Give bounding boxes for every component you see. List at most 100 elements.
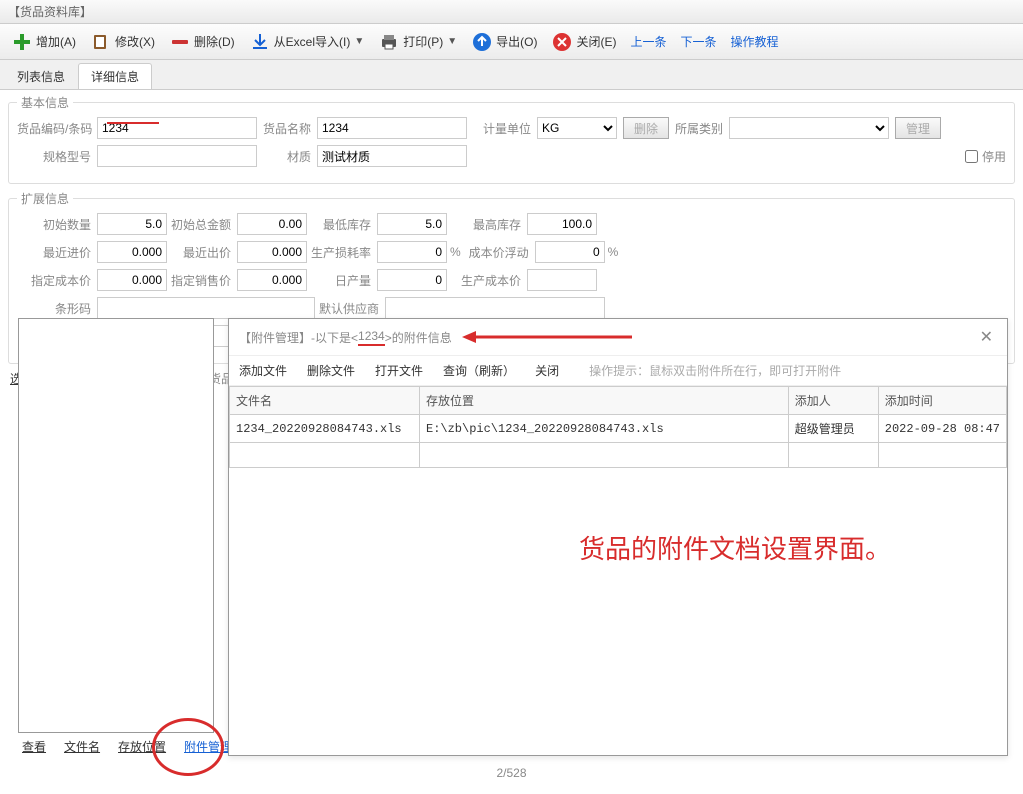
download-icon bbox=[249, 31, 271, 53]
attach-table: 文件名 存放位置 添加人 添加时间 1234_20220928084743.xl… bbox=[229, 386, 1007, 468]
attach-toolbar: 添加文件 删除文件 打开文件 查询（刷新） 关闭 操作提示：鼠标双击附件所在行，… bbox=[229, 356, 1007, 386]
material-label: 材质 bbox=[257, 148, 317, 165]
col-filename[interactable]: 文件名 bbox=[230, 387, 420, 415]
tutorial-link[interactable]: 操作教程 bbox=[725, 33, 785, 50]
set-sale-input[interactable] bbox=[237, 269, 307, 291]
code-input[interactable] bbox=[97, 117, 257, 139]
bottom-tab-view[interactable]: 查看 bbox=[14, 734, 54, 759]
unit-select[interactable]: KG bbox=[537, 117, 617, 139]
manage-button[interactable]: 管理 bbox=[895, 117, 941, 139]
cost-float-label: 成本价浮动 bbox=[469, 244, 535, 261]
page-counter: 2/528 bbox=[496, 766, 526, 780]
delete-button[interactable]: 删除(D) bbox=[163, 28, 241, 56]
bottom-tab-location[interactable]: 存放位置 bbox=[110, 734, 174, 759]
prev-link[interactable]: 上一条 bbox=[624, 33, 672, 50]
supplier-label: 默认供应商 bbox=[315, 300, 385, 317]
unit-label: 计量单位 bbox=[467, 120, 537, 137]
ext-legend: 扩展信息 bbox=[17, 190, 73, 207]
tab-detail[interactable]: 详细信息 bbox=[78, 63, 152, 89]
min-stock-input[interactable] bbox=[377, 213, 447, 235]
code-label: 货品编码/条码 bbox=[17, 120, 97, 137]
printer-icon bbox=[378, 31, 400, 53]
bottom-tabs: 查看 文件名 存放位置 附件管理 bbox=[8, 731, 246, 762]
set-cost-label: 指定成本价 bbox=[17, 272, 97, 289]
export-label: 导出(O) bbox=[496, 33, 537, 50]
window-title: 【货品资料库】 bbox=[0, 0, 1023, 24]
add-button[interactable]: 增加(A) bbox=[5, 28, 82, 56]
init-amt-input[interactable] bbox=[237, 213, 307, 235]
init-qty-input[interactable] bbox=[97, 213, 167, 235]
attach-close-text-button[interactable]: 关闭 bbox=[535, 362, 559, 379]
attach-title-prefix: 【附件管理】-以下是< bbox=[239, 329, 358, 346]
spec-label: 规格型号 bbox=[17, 148, 97, 165]
name-input[interactable] bbox=[317, 117, 467, 139]
print-button[interactable]: 打印(P)▼ bbox=[372, 28, 463, 56]
disabled-checkbox[interactable] bbox=[965, 150, 978, 163]
material-input[interactable] bbox=[317, 145, 467, 167]
last-in-input[interactable] bbox=[97, 241, 167, 263]
cell-location: E:\zb\pic\1234_20220928084743.xls bbox=[420, 415, 789, 443]
max-stock-label: 最高库存 bbox=[447, 216, 527, 233]
dropdown-icon: ▼ bbox=[354, 36, 364, 47]
name-label: 货品名称 bbox=[257, 120, 317, 137]
unit-delete-button[interactable]: 删除 bbox=[623, 117, 669, 139]
basic-legend: 基本信息 bbox=[17, 94, 73, 111]
main-toolbar: 增加(A) 修改(X) 删除(D) 从Excel导入(I)▼ 打印(P)▼ 导出… bbox=[0, 24, 1023, 60]
tab-list[interactable]: 列表信息 bbox=[4, 63, 78, 89]
bottom-tab-filename[interactable]: 文件名 bbox=[56, 734, 108, 759]
attach-query-button[interactable]: 查询（刷新） bbox=[443, 362, 515, 379]
table-row-empty[interactable] bbox=[230, 443, 1007, 468]
attach-add-button[interactable]: 添加文件 bbox=[239, 362, 287, 379]
prod-cost-input[interactable] bbox=[527, 269, 597, 291]
supplier-input[interactable] bbox=[385, 297, 605, 319]
annotation-text: 货品的附件文档设置界面。 bbox=[579, 529, 891, 566]
delete-label: 删除(D) bbox=[194, 33, 235, 50]
disabled-text: 停用 bbox=[982, 148, 1006, 165]
attach-title: 【附件管理】-以下是< 1234 >的附件信息 ✕ bbox=[229, 319, 1007, 356]
disabled-checkbox-label[interactable]: 停用 bbox=[965, 148, 1006, 165]
attach-close-button[interactable]: ✕ bbox=[976, 327, 997, 347]
barcode-input[interactable] bbox=[97, 297, 315, 319]
category-select[interactable] bbox=[729, 117, 889, 139]
col-adder[interactable]: 添加人 bbox=[788, 387, 878, 415]
next-link[interactable]: 下一条 bbox=[675, 33, 723, 50]
spec-input[interactable] bbox=[97, 145, 257, 167]
init-amt-label: 初始总金额 bbox=[167, 216, 237, 233]
last-in-label: 最近进价 bbox=[17, 244, 97, 261]
set-cost-input[interactable] bbox=[97, 269, 167, 291]
cell-time: 2022-09-28 08:47 bbox=[878, 415, 1006, 443]
image-preview-box bbox=[18, 318, 214, 733]
col-location[interactable]: 存放位置 bbox=[420, 387, 789, 415]
max-stock-input[interactable] bbox=[527, 213, 597, 235]
annotation-arrow-icon bbox=[462, 327, 632, 347]
minus-icon bbox=[169, 31, 191, 53]
last-out-input[interactable] bbox=[237, 241, 307, 263]
cell-filename: 1234_20220928084743.xls bbox=[230, 415, 420, 443]
daily-input[interactable] bbox=[377, 269, 447, 291]
attach-del-button[interactable]: 删除文件 bbox=[307, 362, 355, 379]
pct-1: % bbox=[450, 245, 461, 259]
loss-input[interactable] bbox=[377, 241, 447, 263]
last-out-label: 最近出价 bbox=[167, 244, 237, 261]
modify-button[interactable]: 修改(X) bbox=[84, 28, 161, 56]
col-time[interactable]: 添加时间 bbox=[878, 387, 1006, 415]
pct-2: % bbox=[608, 245, 619, 259]
min-stock-label: 最低库存 bbox=[307, 216, 377, 233]
attach-open-button[interactable]: 打开文件 bbox=[375, 362, 423, 379]
cost-float-input[interactable] bbox=[535, 241, 605, 263]
close-icon bbox=[551, 31, 573, 53]
close-button[interactable]: 关闭(E) bbox=[545, 28, 622, 56]
edit-icon bbox=[90, 31, 112, 53]
import-button[interactable]: 从Excel导入(I)▼ bbox=[243, 28, 371, 56]
table-header-row: 文件名 存放位置 添加人 添加时间 bbox=[230, 387, 1007, 415]
close-label: 关闭(E) bbox=[576, 33, 616, 50]
attach-dialog: 【附件管理】-以下是< 1234 >的附件信息 ✕ 添加文件 删除文件 打开文件… bbox=[228, 318, 1008, 756]
barcode-label: 条形码 bbox=[17, 300, 97, 317]
plus-icon bbox=[11, 31, 33, 53]
main-tabs: 列表信息 详细信息 bbox=[0, 60, 1023, 90]
table-row[interactable]: 1234_20220928084743.xls E:\zb\pic\1234_2… bbox=[230, 415, 1007, 443]
annotation-underline-icon bbox=[107, 122, 159, 124]
export-button[interactable]: 导出(O) bbox=[465, 28, 543, 56]
import-label: 从Excel导入(I) bbox=[274, 33, 351, 50]
loss-label: 生产损耗率 bbox=[307, 244, 377, 261]
